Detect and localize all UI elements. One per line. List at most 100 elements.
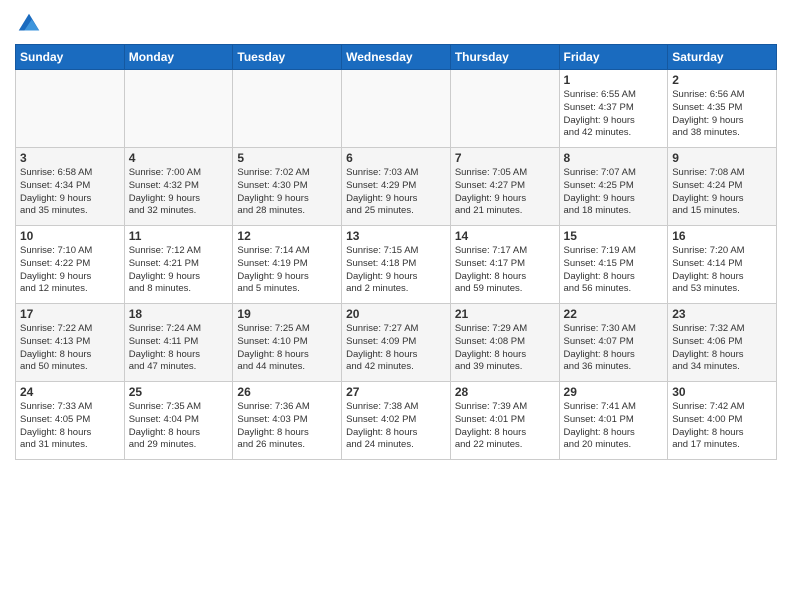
calendar-cell: 18 Sunrise: 7:24 AM Sunset: 4:11 PM Dayli… <box>124 304 233 382</box>
calendar-cell <box>450 70 559 148</box>
day-number: 22 <box>564 307 664 321</box>
day-number: 8 <box>564 151 664 165</box>
page-container: SundayMondayTuesdayWednesdayThursdayFrid… <box>0 0 792 612</box>
day-number: 23 <box>672 307 772 321</box>
calendar-cell: 11 Sunrise: 7:12 AM Sunset: 4:21 PM Dayli… <box>124 226 233 304</box>
calendar-cell: 14 Sunrise: 7:17 AM Sunset: 4:17 PM Dayli… <box>450 226 559 304</box>
day-number: 19 <box>237 307 337 321</box>
calendar-week-row: 17 Sunrise: 7:22 AM Sunset: 4:13 PM Dayli… <box>16 304 777 382</box>
calendar-cell: 16 Sunrise: 7:20 AM Sunset: 4:14 PM Dayli… <box>668 226 777 304</box>
day-info: Sunrise: 6:58 AM Sunset: 4:34 PM Dayligh… <box>20 167 120 218</box>
calendar-cell: 28 Sunrise: 7:39 AM Sunset: 4:01 PM Dayli… <box>450 382 559 460</box>
calendar-cell: 13 Sunrise: 7:15 AM Sunset: 4:18 PM Dayli… <box>342 226 451 304</box>
day-number: 4 <box>129 151 229 165</box>
calendar-cell: 26 Sunrise: 7:36 AM Sunset: 4:03 PM Dayli… <box>233 382 342 460</box>
calendar-cell: 1 Sunrise: 6:55 AM Sunset: 4:37 PM Daylig… <box>559 70 668 148</box>
day-info: Sunrise: 7:25 AM Sunset: 4:10 PM Dayligh… <box>237 323 337 374</box>
calendar-cell: 29 Sunrise: 7:41 AM Sunset: 4:01 PM Dayli… <box>559 382 668 460</box>
day-info: Sunrise: 6:55 AM Sunset: 4:37 PM Dayligh… <box>564 89 664 140</box>
day-number: 9 <box>672 151 772 165</box>
calendar-cell: 12 Sunrise: 7:14 AM Sunset: 4:19 PM Dayli… <box>233 226 342 304</box>
day-number: 11 <box>129 229 229 243</box>
day-info: Sunrise: 7:03 AM Sunset: 4:29 PM Dayligh… <box>346 167 446 218</box>
day-info: Sunrise: 7:14 AM Sunset: 4:19 PM Dayligh… <box>237 245 337 296</box>
calendar-cell: 22 Sunrise: 7:30 AM Sunset: 4:07 PM Dayli… <box>559 304 668 382</box>
day-number: 21 <box>455 307 555 321</box>
day-info: Sunrise: 7:32 AM Sunset: 4:06 PM Dayligh… <box>672 323 772 374</box>
calendar-week-row: 10 Sunrise: 7:10 AM Sunset: 4:22 PM Dayli… <box>16 226 777 304</box>
day-number: 1 <box>564 73 664 87</box>
calendar-table: SundayMondayTuesdayWednesdayThursdayFrid… <box>15 44 777 460</box>
calendar-cell: 27 Sunrise: 7:38 AM Sunset: 4:02 PM Dayli… <box>342 382 451 460</box>
day-number: 10 <box>20 229 120 243</box>
calendar-cell: 17 Sunrise: 7:22 AM Sunset: 4:13 PM Dayli… <box>16 304 125 382</box>
day-info: Sunrise: 7:30 AM Sunset: 4:07 PM Dayligh… <box>564 323 664 374</box>
day-number: 30 <box>672 385 772 399</box>
day-number: 24 <box>20 385 120 399</box>
day-info: Sunrise: 7:07 AM Sunset: 4:25 PM Dayligh… <box>564 167 664 218</box>
day-number: 26 <box>237 385 337 399</box>
day-info: Sunrise: 7:24 AM Sunset: 4:11 PM Dayligh… <box>129 323 229 374</box>
calendar-cell: 4 Sunrise: 7:00 AM Sunset: 4:32 PM Daylig… <box>124 148 233 226</box>
day-info: Sunrise: 7:08 AM Sunset: 4:24 PM Dayligh… <box>672 167 772 218</box>
calendar-cell: 9 Sunrise: 7:08 AM Sunset: 4:24 PM Daylig… <box>668 148 777 226</box>
calendar-cell: 8 Sunrise: 7:07 AM Sunset: 4:25 PM Daylig… <box>559 148 668 226</box>
day-info: Sunrise: 7:38 AM Sunset: 4:02 PM Dayligh… <box>346 401 446 452</box>
day-info: Sunrise: 7:42 AM Sunset: 4:00 PM Dayligh… <box>672 401 772 452</box>
day-info: Sunrise: 7:17 AM Sunset: 4:17 PM Dayligh… <box>455 245 555 296</box>
day-number: 6 <box>346 151 446 165</box>
calendar-cell <box>16 70 125 148</box>
day-number: 28 <box>455 385 555 399</box>
calendar-week-row: 3 Sunrise: 6:58 AM Sunset: 4:34 PM Daylig… <box>16 148 777 226</box>
calendar-cell: 30 Sunrise: 7:42 AM Sunset: 4:00 PM Dayli… <box>668 382 777 460</box>
day-number: 16 <box>672 229 772 243</box>
day-number: 5 <box>237 151 337 165</box>
day-info: Sunrise: 7:20 AM Sunset: 4:14 PM Dayligh… <box>672 245 772 296</box>
calendar-cell: 7Sunrise: 7:05 AM Sunset: 4:27 PM Daylig… <box>450 148 559 226</box>
day-info: Sunrise: 7:19 AM Sunset: 4:15 PM Dayligh… <box>564 245 664 296</box>
day-number: 29 <box>564 385 664 399</box>
day-number: 15 <box>564 229 664 243</box>
day-info: Sunrise: 7:33 AM Sunset: 4:05 PM Dayligh… <box>20 401 120 452</box>
day-info: Sunrise: 7:39 AM Sunset: 4:01 PM Dayligh… <box>455 401 555 452</box>
day-number: 12 <box>237 229 337 243</box>
day-number: 18 <box>129 307 229 321</box>
calendar-day-header: Wednesday <box>342 45 451 70</box>
day-info: Sunrise: 7:10 AM Sunset: 4:22 PM Dayligh… <box>20 245 120 296</box>
day-info: Sunrise: 7:12 AM Sunset: 4:21 PM Dayligh… <box>129 245 229 296</box>
day-info: Sunrise: 7:41 AM Sunset: 4:01 PM Dayligh… <box>564 401 664 452</box>
calendar-week-row: 24 Sunrise: 7:33 AM Sunset: 4:05 PM Dayli… <box>16 382 777 460</box>
calendar-cell: 24 Sunrise: 7:33 AM Sunset: 4:05 PM Dayli… <box>16 382 125 460</box>
day-number: 17 <box>20 307 120 321</box>
day-number: 25 <box>129 385 229 399</box>
calendar-cell: 23 Sunrise: 7:32 AM Sunset: 4:06 PM Dayli… <box>668 304 777 382</box>
day-info: Sunrise: 7:22 AM Sunset: 4:13 PM Dayligh… <box>20 323 120 374</box>
day-info: Sunrise: 7:15 AM Sunset: 4:18 PM Dayligh… <box>346 245 446 296</box>
calendar-cell: 6 Sunrise: 7:03 AM Sunset: 4:29 PM Daylig… <box>342 148 451 226</box>
calendar-cell <box>342 70 451 148</box>
day-info: Sunrise: 7:27 AM Sunset: 4:09 PM Dayligh… <box>346 323 446 374</box>
page-header <box>15 10 777 38</box>
logo-icon <box>15 10 43 38</box>
calendar-cell: 10 Sunrise: 7:10 AM Sunset: 4:22 PM Dayli… <box>16 226 125 304</box>
day-number: 14 <box>455 229 555 243</box>
calendar-day-header: Monday <box>124 45 233 70</box>
day-info: Sunrise: 7:36 AM Sunset: 4:03 PM Dayligh… <box>237 401 337 452</box>
day-number: 27 <box>346 385 446 399</box>
calendar-cell: 3 Sunrise: 6:58 AM Sunset: 4:34 PM Daylig… <box>16 148 125 226</box>
day-info: Sunrise: 7:35 AM Sunset: 4:04 PM Dayligh… <box>129 401 229 452</box>
day-number: 20 <box>346 307 446 321</box>
day-number: 7 <box>455 151 555 165</box>
calendar-cell: 19 Sunrise: 7:25 AM Sunset: 4:10 PM Dayli… <box>233 304 342 382</box>
calendar-cell: 21Sunrise: 7:29 AM Sunset: 4:08 PM Dayli… <box>450 304 559 382</box>
day-number: 3 <box>20 151 120 165</box>
calendar-cell <box>233 70 342 148</box>
calendar-day-header: Tuesday <box>233 45 342 70</box>
day-number: 13 <box>346 229 446 243</box>
day-info: Sunrise: 7:00 AM Sunset: 4:32 PM Dayligh… <box>129 167 229 218</box>
calendar-cell: 25 Sunrise: 7:35 AM Sunset: 4:04 PM Dayli… <box>124 382 233 460</box>
calendar-cell: 20 Sunrise: 7:27 AM Sunset: 4:09 PM Dayli… <box>342 304 451 382</box>
calendar-cell: 5Sunrise: 7:02 AM Sunset: 4:30 PM Daylig… <box>233 148 342 226</box>
logo <box>15 10 45 38</box>
calendar-day-header: Saturday <box>668 45 777 70</box>
